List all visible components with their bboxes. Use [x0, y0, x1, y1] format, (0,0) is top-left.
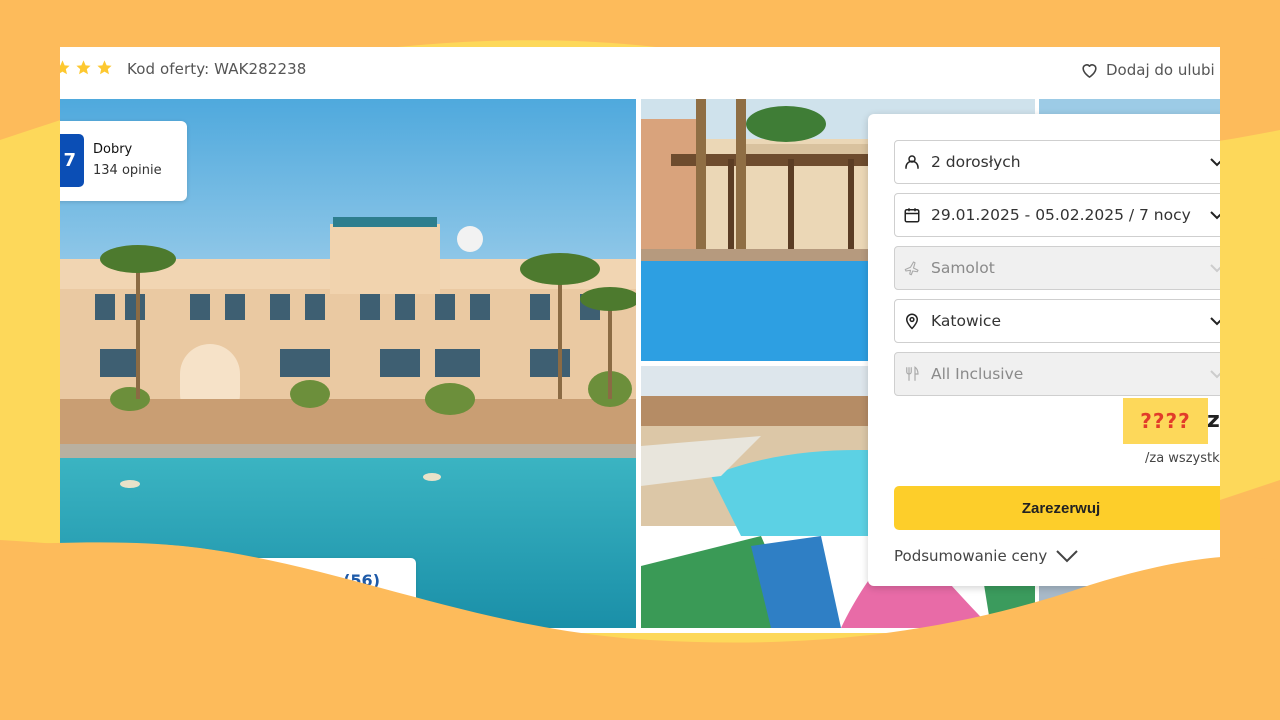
add-to-favorites-label: Dodaj do ulubi — [1106, 61, 1215, 79]
hidden-price-overlay: ???? — [1123, 398, 1208, 444]
price-note: /za wszystki — [1145, 451, 1220, 466]
offer-code: Kod oferty: WAK282238 — [127, 60, 307, 78]
star-icon — [97, 60, 112, 75]
chevron-down-icon — [1056, 550, 1079, 563]
price-summary-label: Podsumowanie ceny — [894, 547, 1048, 565]
show-all-photos-button[interactable]: oferty (56) — [180, 558, 416, 602]
cutlery-icon — [903, 365, 921, 383]
price: ???? z — [1123, 398, 1220, 444]
chevron-down-icon — [1210, 317, 1220, 326]
location-pin-icon — [903, 312, 921, 330]
board-type-select: All Inclusive — [894, 352, 1220, 396]
travelers-value: 2 dorosłych — [931, 153, 1021, 171]
rating-score: 7 — [60, 134, 84, 187]
airplane-icon — [903, 259, 921, 277]
calendar-icon — [903, 206, 921, 224]
book-button[interactable]: Zarezerwuj — [894, 486, 1220, 530]
transport-value: Samolot — [931, 259, 995, 277]
departure-city-value: Katowice — [931, 312, 1001, 330]
offer-header: Kod oferty: WAK282238 Dodaj do ulubi — [60, 47, 1220, 99]
transport-select: Samolot — [894, 246, 1220, 290]
hotel-star-rating — [60, 59, 113, 76]
heart-icon — [1082, 64, 1097, 78]
chevron-down-icon — [1210, 211, 1220, 220]
show-all-photos-label: oferty (56) — [282, 570, 380, 590]
star-icon — [76, 60, 91, 75]
price-currency: z — [1207, 408, 1220, 433]
rating-badge[interactable]: 7 Dobry 134 opinie — [60, 121, 187, 201]
travelers-select[interactable]: 2 dorosłych — [894, 140, 1220, 184]
chevron-down-icon — [1210, 370, 1220, 379]
chevron-down-icon — [1210, 264, 1220, 273]
add-to-favorites-link[interactable]: Dodaj do ulubi — [1080, 61, 1215, 79]
board-type-value: All Inclusive — [931, 365, 1024, 383]
departure-city-select[interactable]: Katowice — [894, 299, 1220, 343]
review-count: 134 opinie — [93, 163, 162, 178]
offer-card: Kod oferty: WAK282238 Dodaj do ulubi 7 D… — [60, 47, 1220, 633]
dates-value: 29.01.2025 - 05.02.2025 / 7 nocy — [931, 206, 1191, 224]
price-summary-toggle[interactable]: Podsumowanie ceny — [894, 547, 1079, 565]
dates-select[interactable]: 29.01.2025 - 05.02.2025 / 7 nocy — [894, 193, 1220, 237]
chevron-down-icon — [1210, 158, 1220, 167]
star-icon — [60, 60, 70, 75]
person-icon — [903, 153, 921, 171]
rating-label: Dobry — [93, 142, 133, 157]
booking-panel: 2 dorosłych 29.01.2025 - 05.02.2025 / 7 … — [868, 114, 1220, 586]
